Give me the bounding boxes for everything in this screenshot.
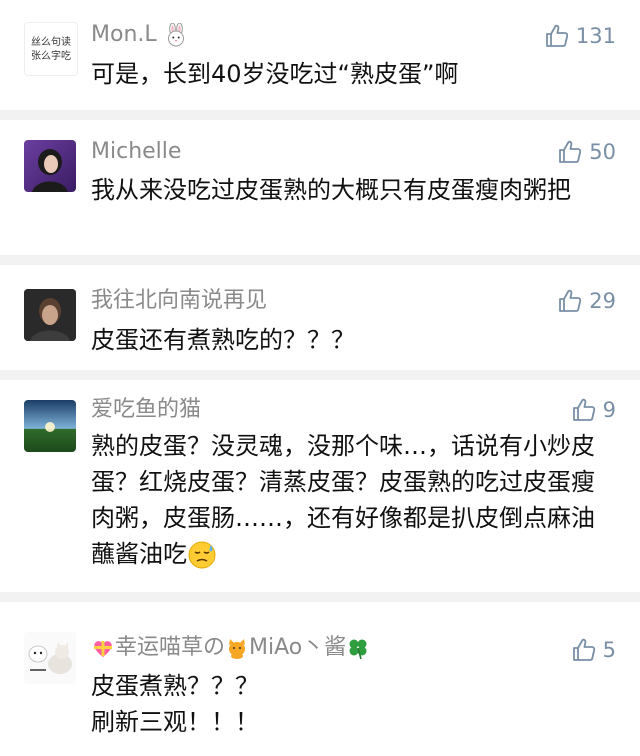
comment-card: Michelle 50 我从来没吃过皮蛋熟的大概只有皮蛋瘦肉粥把 xyxy=(0,120,640,255)
like-button[interactable]: 5 xyxy=(571,637,616,663)
avatar[interactable] xyxy=(24,400,76,452)
avatar[interactable] xyxy=(24,140,76,192)
commenter-name-text: Mon.L xyxy=(91,22,157,47)
thumbs-up-icon xyxy=(559,289,582,312)
like-button[interactable]: 50 xyxy=(557,139,616,165)
comment-text: 我从来没吃过皮蛋熟的大概只有皮蛋瘦肉粥把 xyxy=(91,176,571,204)
avatar-cats-image xyxy=(24,632,76,684)
comment-text-body: 熟的皮蛋？没灵魂，没那个味…，话说有小炒皮蛋？红烧皮蛋？清蒸皮蛋？皮蛋熟的吃过皮… xyxy=(91,432,595,568)
like-count: 29 xyxy=(589,289,616,313)
like-button[interactable]: 29 xyxy=(557,288,616,314)
svg-text:张么字吃: 张么字吃 xyxy=(31,49,71,62)
comment-text: 皮蛋还有煮熟吃的？？？ xyxy=(91,326,355,354)
comment-text: 皮蛋煮熟？？？ 刷新三观！！！ xyxy=(91,668,611,740)
svg-text:丝么句读: 丝么句读 xyxy=(31,35,71,48)
comment-card: 幸运喵草の MiAo丶酱 5 皮蛋煮熟？？？ 刷新三观！！！ xyxy=(0,602,640,756)
downcast-face-with-sweat-icon xyxy=(188,541,216,569)
comment-card: 我往北向南说再见 29 皮蛋还有煮熟吃的？？？ xyxy=(0,265,640,370)
commenter-name[interactable]: 爱吃鱼的猫 xyxy=(91,397,201,423)
avatar-portrait-image xyxy=(32,149,68,192)
comment-text-line: 皮蛋煮熟？？？ xyxy=(91,672,259,700)
four-leaf-clover-icon xyxy=(349,639,367,660)
comment-text: 可是，长到40岁没吃过“熟皮蛋”啊 xyxy=(91,60,459,88)
avatar[interactable]: 丝么句读 张么字吃 xyxy=(24,22,78,76)
avatar-text-image: 丝么句读 张么字吃 xyxy=(31,35,71,62)
commenter-name[interactable]: Mon.L xyxy=(91,22,188,48)
cat-icon xyxy=(229,639,246,659)
commenter-name-part1: 幸运喵草の xyxy=(115,635,226,660)
commenter-name-part2: MiAo丶酱 xyxy=(249,635,347,660)
like-button[interactable]: 131 xyxy=(544,23,616,49)
thumbs-up-icon xyxy=(572,398,595,421)
thumbs-up-icon xyxy=(572,638,595,661)
commenter-name[interactable]: 幸运喵草の MiAo丶酱 xyxy=(91,635,370,661)
comment-text-line: 刷新三观！！！ xyxy=(91,708,259,736)
comment-text: 熟的皮蛋？没灵魂，没那个味…，话说有小炒皮蛋？红烧皮蛋？清蒸皮蛋？皮蛋熟的吃过皮… xyxy=(91,428,611,572)
thumbs-up-icon xyxy=(559,140,582,163)
avatar[interactable] xyxy=(24,289,76,341)
comment-card: 爱吃鱼的猫 9 熟的皮蛋？没灵魂，没那个味…，话说有小炒皮蛋？红烧皮蛋？清蒸皮蛋… xyxy=(0,380,640,592)
avatar-landscape-image xyxy=(24,400,76,452)
rabbit-face-icon xyxy=(167,23,184,47)
like-count: 50 xyxy=(589,140,616,164)
comment-card: 丝么句读 张么字吃 Mon.L 131 可是，长到40岁没吃过“熟皮蛋”啊 xyxy=(0,0,640,110)
like-count: 9 xyxy=(602,398,616,422)
avatar[interactable] xyxy=(24,632,76,684)
commenter-name[interactable]: Michelle xyxy=(91,139,181,165)
thumbs-up-icon xyxy=(546,24,569,47)
heart-with-ribbon-icon xyxy=(94,641,112,657)
like-count: 5 xyxy=(602,638,616,662)
avatar-portrait-image xyxy=(24,289,76,341)
like-count: 131 xyxy=(575,24,616,48)
commenter-name[interactable]: 我往北向南说再见 xyxy=(91,288,267,314)
like-button[interactable]: 9 xyxy=(571,397,616,423)
